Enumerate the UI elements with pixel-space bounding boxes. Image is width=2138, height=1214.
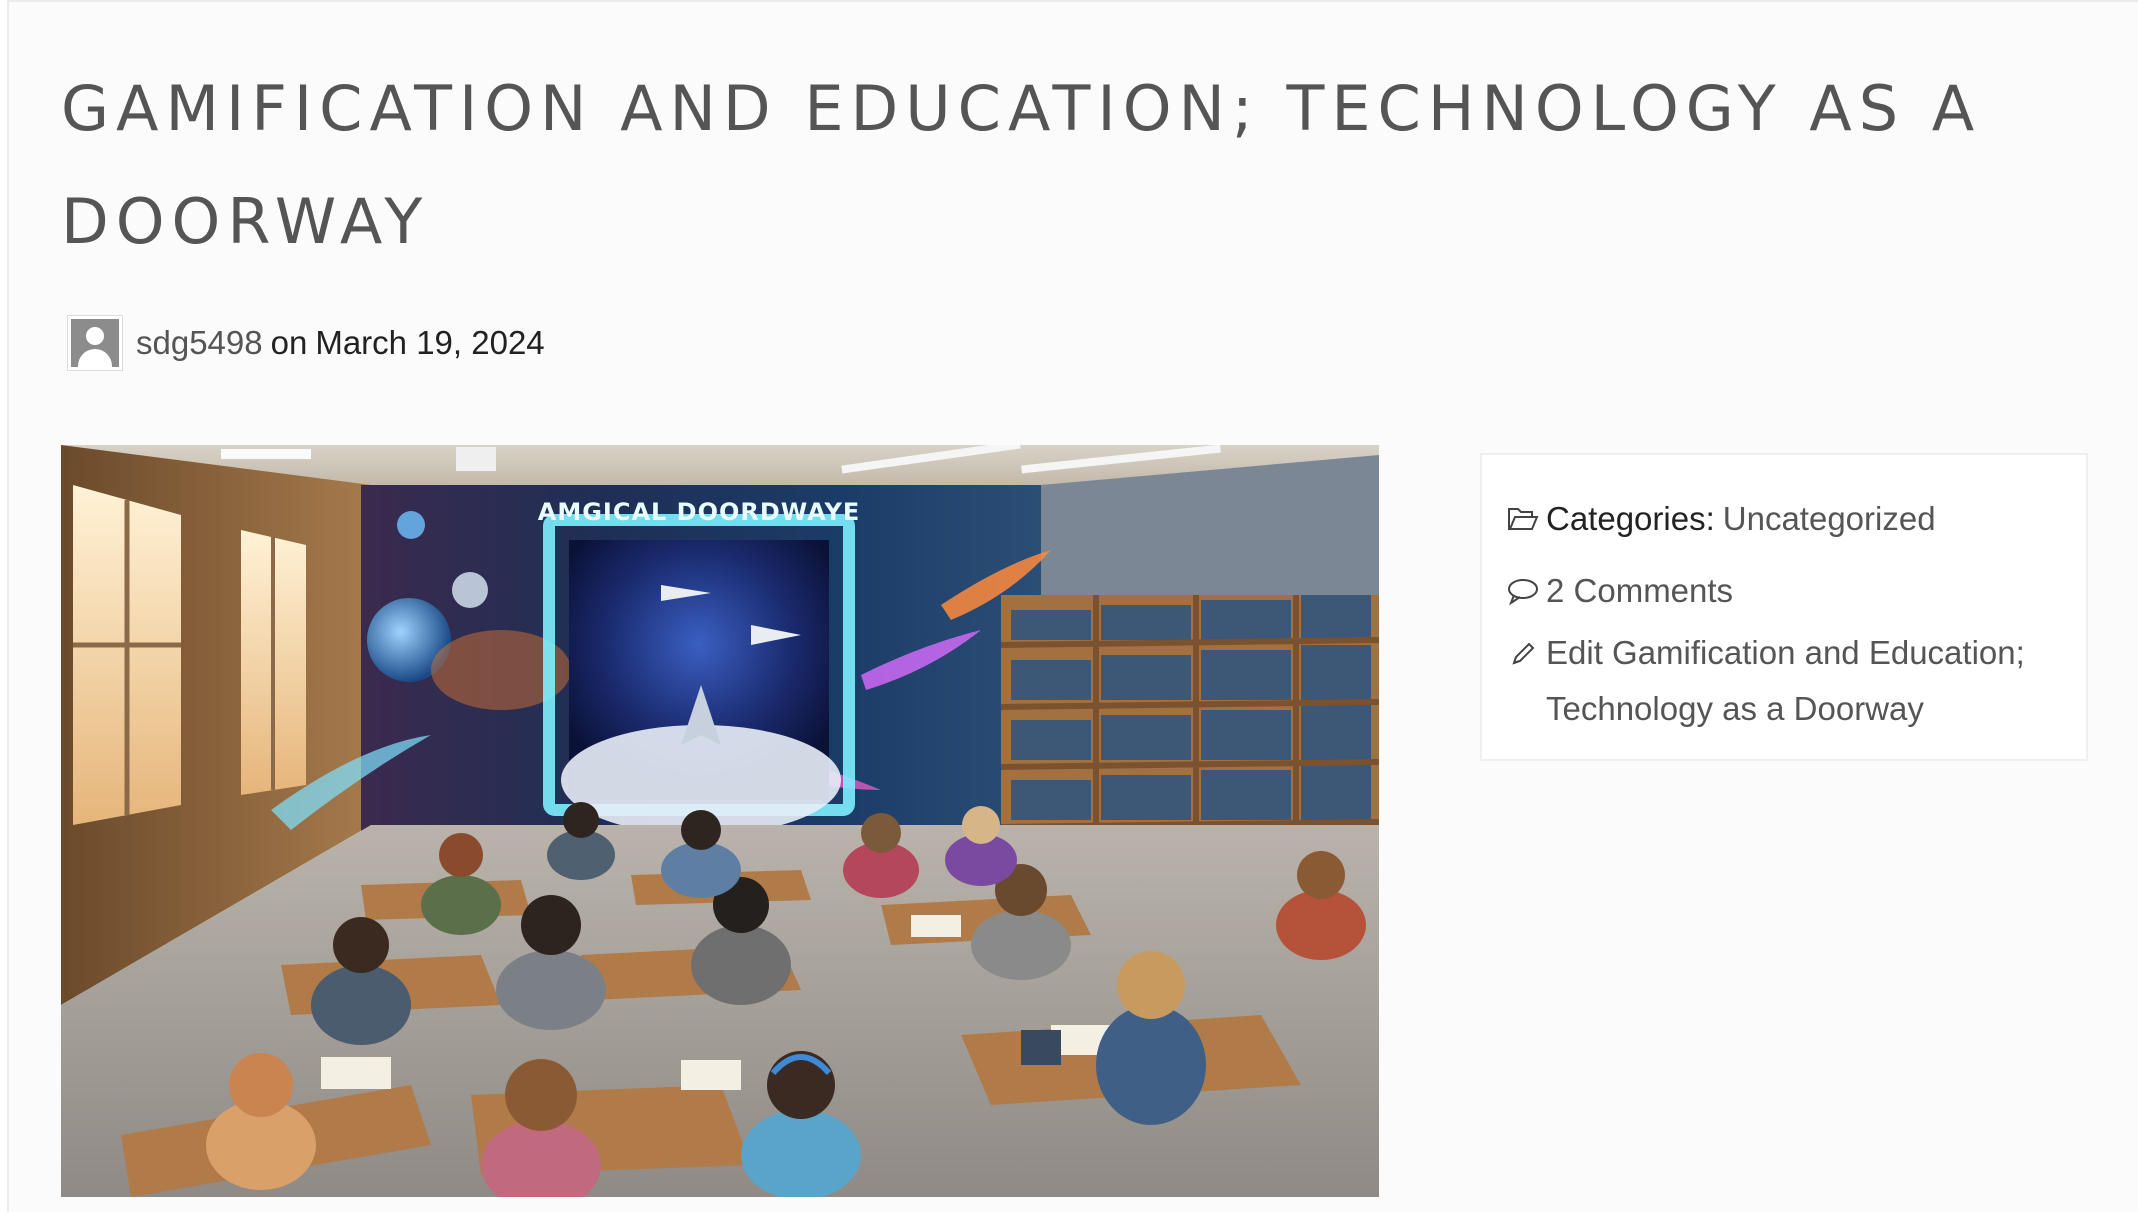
post-page: GAMIFICATION AND EDUCATION; TECHNOLOGY A… [7,0,2138,1212]
post-info-box: Categories: Uncategorized 2 Comments Edi… [1480,453,2088,761]
comments-link[interactable]: 2 Comments [1546,572,1733,610]
comments-row[interactable]: 2 Comments [1506,555,2062,627]
meta-on-word: on [270,324,308,361]
classroom-illustration: AMGICAL DOORDWAYE [61,445,1379,1197]
categories-row: Categories: Uncategorized [1506,483,2062,555]
user-avatar-icon[interactable] [68,316,122,370]
portal-sign: AMGICAL DOORDWAYE [538,498,861,526]
post-title: GAMIFICATION AND EDUCATION; TECHNOLOGY A… [61,72,1982,258]
categories-label: Categories: [1546,500,1715,537]
post-meta: sdg5498 on March 19, 2024 [68,313,545,373]
category-link-uncategorized[interactable]: Uncategorized [1723,500,1936,538]
avatar-head [86,327,104,345]
folder-open-icon [1508,508,1539,530]
post-date: March 19, 2024 [315,324,545,361]
avatar-shoulders [78,349,112,367]
featured-image[interactable]: AMGICAL DOORDWAYE [61,445,1379,1197]
speech-bubble-icon [1508,579,1538,606]
author-link[interactable]: sdg5498 [136,324,263,362]
edit-row[interactable]: Edit Gamification and Education; Technol… [1506,625,2062,737]
edit-post-link[interactable]: Edit Gamification and Education; Technol… [1506,625,2062,737]
